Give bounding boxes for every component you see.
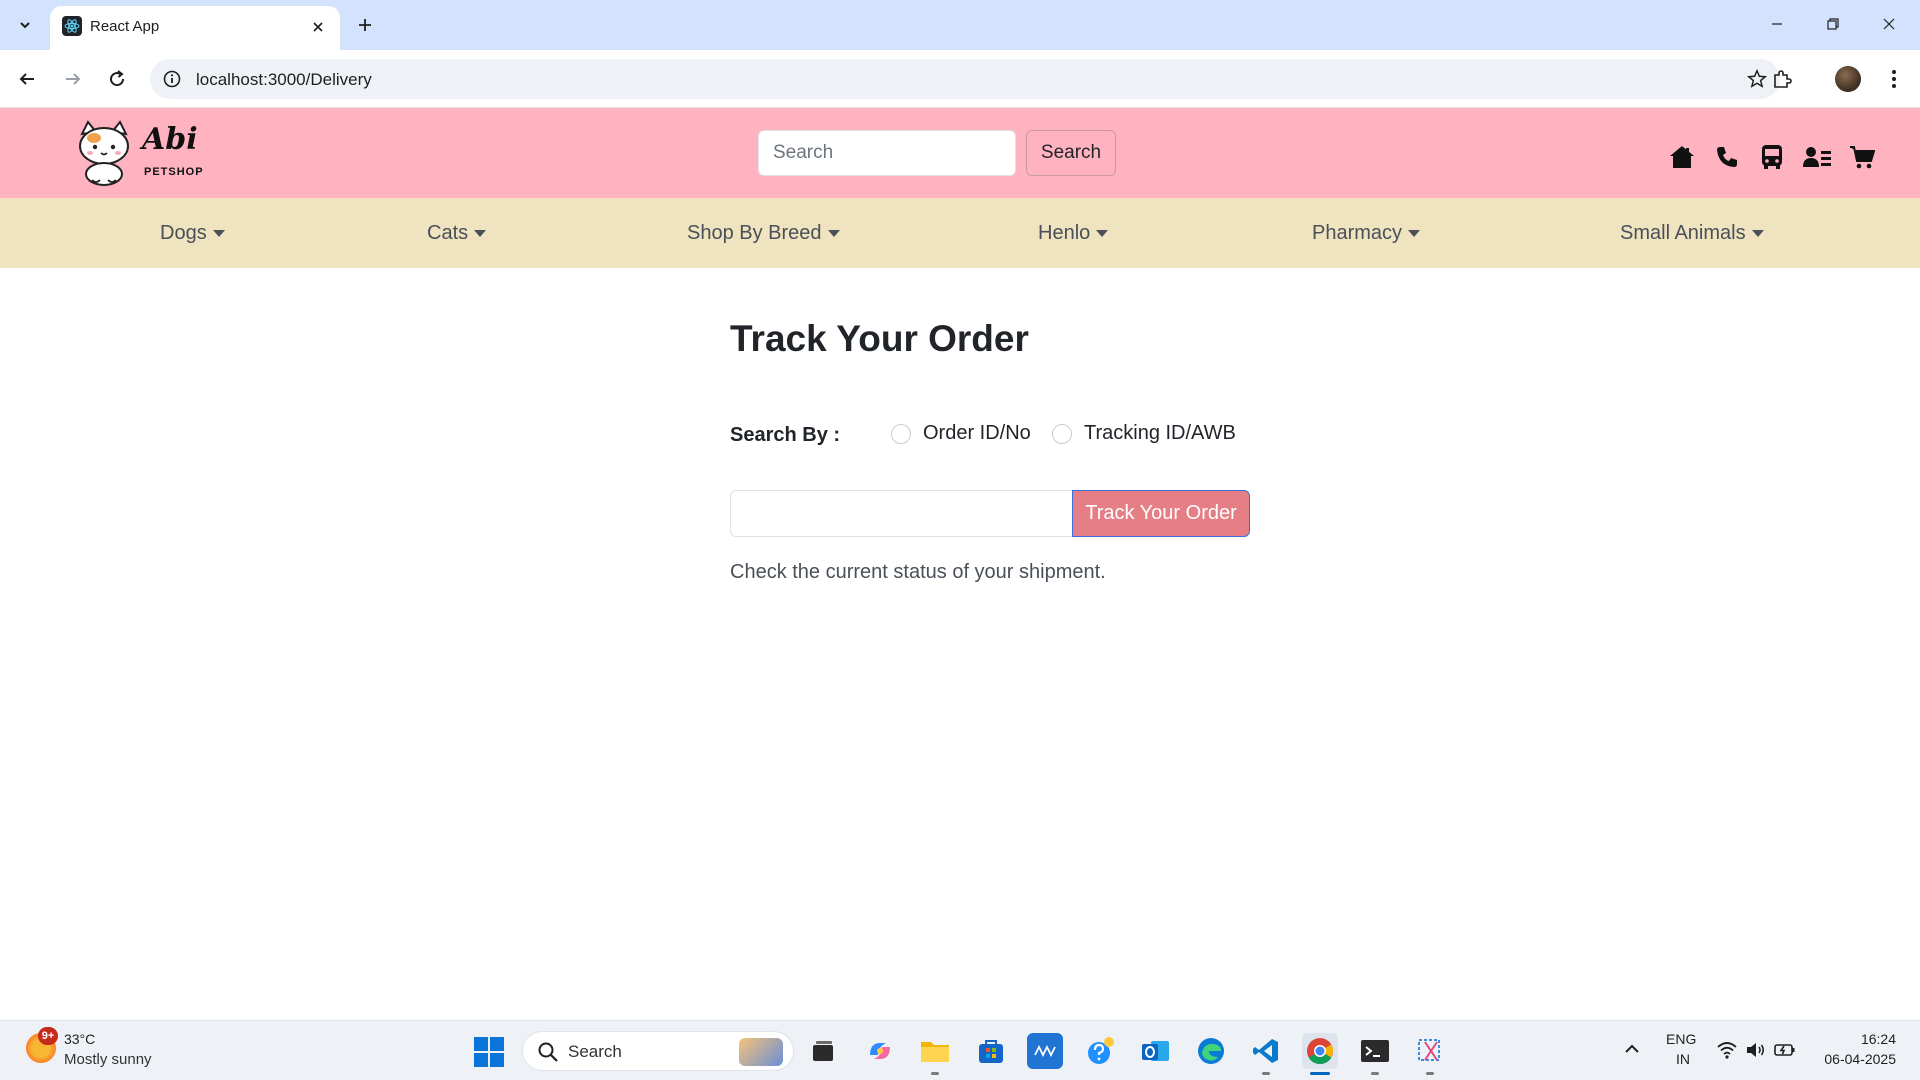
taskbar-search-label: Search <box>568 1042 622 1061</box>
radio-tracking-id[interactable]: Tracking ID/AWB <box>1052 422 1236 445</box>
forward-arrow-icon[interactable] <box>60 66 86 92</box>
profile-avatar[interactable] <box>1834 65 1862 93</box>
radio-label: Tracking ID/AWB <box>1084 422 1236 444</box>
radio-order-id[interactable]: Order ID/No <box>891 422 1031 445</box>
site-logo[interactable]: Abi PETSHOP <box>72 120 212 186</box>
caret-down-icon <box>1751 229 1764 237</box>
chrome-icon[interactable] <box>1302 1033 1338 1075</box>
volume-icon[interactable] <box>1745 1039 1767 1061</box>
cat-logo-icon <box>79 120 129 186</box>
nav-label: Shop By Breed <box>687 221 822 244</box>
windows-start-icon[interactable] <box>474 1037 504 1067</box>
bookmark-star-icon[interactable] <box>1746 68 1768 90</box>
search-by-label: Search By : <box>730 424 841 446</box>
caret-down-icon <box>1408 229 1421 237</box>
radio-button[interactable] <box>891 423 911 444</box>
wifi-icon[interactable] <box>1716 1039 1738 1061</box>
browser-menu-kebab-icon[interactable] <box>1880 65 1908 93</box>
phone-icon[interactable] <box>1713 143 1741 171</box>
back-arrow-icon[interactable] <box>14 66 40 92</box>
clock-date[interactable]: 06-04-2025 <box>1824 1051 1896 1067</box>
reload-icon[interactable] <box>104 66 130 92</box>
home-icon[interactable] <box>1668 143 1696 171</box>
site-info-icon[interactable] <box>162 69 182 89</box>
logo-script-text: Abi <box>142 122 198 157</box>
url-text[interactable]: localhost:3000/Delivery <box>196 70 372 90</box>
radio-button[interactable] <box>1052 423 1072 444</box>
bus-icon[interactable] <box>1758 143 1786 171</box>
snipping-tool-icon[interactable] <box>1412 1033 1448 1075</box>
restore-icon[interactable] <box>1818 10 1848 38</box>
nav-label: Small Animals <box>1620 221 1746 244</box>
minimize-icon[interactable] <box>1762 10 1792 38</box>
running-indicator <box>1426 1072 1434 1075</box>
show-hidden-icons-chevron-icon[interactable] <box>1620 1037 1644 1061</box>
helper-text: Check the current status of your shipmen… <box>730 561 1106 583</box>
user-list-icon[interactable] <box>1803 143 1831 171</box>
nav-dropdown-dogs[interactable]: Dogs <box>160 198 225 268</box>
category-nav: Dogs Cats Shop By Breed Henlo Pharmacy S… <box>0 198 1920 268</box>
file-explorer-icon[interactable] <box>917 1033 953 1075</box>
tab-search-chevron-icon[interactable] <box>12 12 38 38</box>
running-indicator <box>1371 1072 1379 1075</box>
address-bar[interactable]: localhost:3000/Delivery <box>150 59 1780 99</box>
region-indicator[interactable]: IN <box>1676 1051 1690 1067</box>
outlook-icon[interactable] <box>1138 1033 1174 1069</box>
logo-subtitle: PETSHOP <box>144 166 204 178</box>
site-search-input[interactable] <box>758 130 1016 176</box>
react-favicon-icon <box>62 16 82 36</box>
nav-dropdown-cats[interactable]: Cats <box>427 198 487 268</box>
notification-badge: 9+ <box>38 1027 58 1045</box>
window-close-icon[interactable] <box>1874 10 1904 38</box>
search-icon <box>538 1042 558 1062</box>
caret-down-icon <box>827 229 840 237</box>
clock-time[interactable]: 16:24 <box>1861 1031 1896 1047</box>
vscode-icon[interactable] <box>1248 1033 1284 1075</box>
close-icon[interactable] <box>308 17 328 37</box>
nav-label: Cats <box>427 221 469 244</box>
copilot-icon[interactable] <box>862 1033 898 1069</box>
battery-charging-icon[interactable] <box>1774 1039 1796 1061</box>
get-help-icon[interactable] <box>1083 1033 1119 1069</box>
nav-label: Pharmacy <box>1312 221 1403 244</box>
browser-toolbar: localhost:3000/Delivery <box>0 50 1920 108</box>
nav-dropdown-small-animals[interactable]: Small Animals <box>1620 198 1764 268</box>
browser-tab-active[interactable]: React App <box>50 6 340 50</box>
running-indicator <box>1262 1072 1270 1075</box>
nav-dropdown-shop-by-breed[interactable]: Shop By Breed <box>687 198 840 268</box>
weather-temperature: 33°C <box>64 1031 96 1047</box>
microsoft-store-icon[interactable] <box>973 1033 1009 1069</box>
tracking-number-input[interactable] <box>730 490 1074 537</box>
nav-dropdown-pharmacy[interactable]: Pharmacy <box>1312 198 1421 268</box>
task-view-icon[interactable] <box>805 1033 841 1069</box>
terminal-icon[interactable] <box>1357 1033 1393 1075</box>
running-indicator <box>931 1072 939 1075</box>
nav-dropdown-henlo[interactable]: Henlo <box>1038 198 1109 268</box>
extensions-puzzle-icon[interactable] <box>1768 65 1796 93</box>
cart-icon[interactable] <box>1848 143 1876 171</box>
windows-taskbar: 9+ 33°C Mostly sunny Search ENG IN 16:24… <box>0 1020 1920 1080</box>
site-search-button[interactable]: Search <box>1026 130 1116 176</box>
edge-browser-icon[interactable] <box>1193 1033 1229 1069</box>
nav-label: Dogs <box>160 221 207 244</box>
caret-down-icon <box>212 229 225 237</box>
track-order-button[interactable]: Track Your Order <box>1072 490 1250 537</box>
radio-label: Order ID/No <box>923 422 1031 444</box>
tab-title: React App <box>90 18 160 35</box>
taskbar-search[interactable]: Search <box>522 1031 794 1071</box>
nav-label: Henlo <box>1038 221 1091 244</box>
new-tab-plus-icon[interactable] <box>352 12 378 38</box>
caret-down-icon <box>474 229 487 237</box>
active-indicator <box>1310 1072 1330 1075</box>
language-indicator[interactable]: ENG <box>1666 1031 1696 1047</box>
browser-tabstrip: React App <box>0 0 1920 50</box>
page-title: Track Your Order <box>730 318 1029 359</box>
site-header: Abi PETSHOP Search <box>0 108 1920 198</box>
mysql-workbench-icon[interactable] <box>1027 1033 1063 1069</box>
search-highlight-image <box>739 1038 783 1066</box>
caret-down-icon <box>1096 229 1109 237</box>
weather-description: Mostly sunny <box>64 1051 152 1068</box>
